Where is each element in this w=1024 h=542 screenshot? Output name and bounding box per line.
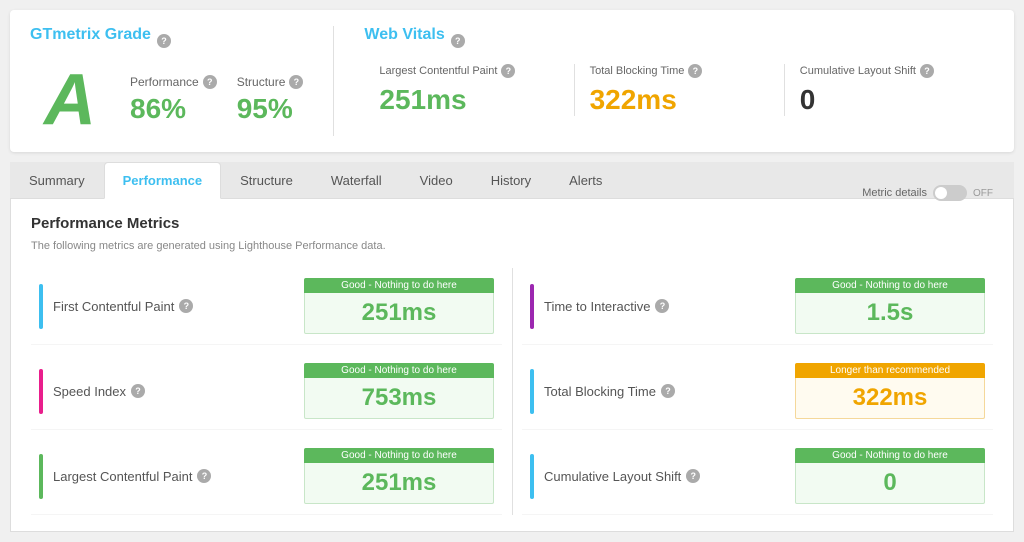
tti-info-icon[interactable]: ? [655, 299, 669, 313]
structure-label: Structure ? [237, 75, 304, 89]
gtmetrix-title: GTmetrix Grade [30, 26, 151, 44]
web-vitals-info-icon[interactable]: ? [451, 34, 465, 48]
tab-structure[interactable]: Structure [221, 162, 312, 199]
lcp-bar [39, 454, 43, 499]
tbt-row-info-icon[interactable]: ? [661, 384, 675, 398]
cls-badge: Good - Nothing to do here [795, 448, 985, 463]
performance-subtitle: The following metrics are generated usin… [31, 240, 993, 252]
toggle-knob [935, 187, 947, 199]
lcp-row-name: Largest Contentful Paint ? [53, 469, 304, 484]
structure-info-icon[interactable]: ? [289, 75, 303, 89]
cls-row-info-icon[interactable]: ? [686, 469, 700, 483]
top-metrics-section: GTmetrix Grade ? A Performance ? 86% [10, 10, 1014, 152]
tbt-row-name: Total Blocking Time ? [544, 384, 795, 399]
si-row: Speed Index ? Good - Nothing to do here … [31, 353, 502, 430]
lcp-row-info-icon[interactable]: ? [197, 469, 211, 483]
tbt-bar [530, 369, 534, 414]
performance-value: 86% [130, 93, 186, 125]
web-vitals-section: Web Vitals ? Largest Contentful Paint ? … [334, 26, 994, 136]
fcp-bar [39, 284, 43, 329]
cls-bar [530, 454, 534, 499]
toggle-switch[interactable] [933, 185, 967, 201]
performance-info-icon[interactable]: ? [203, 75, 217, 89]
tti-bar [530, 284, 534, 329]
tbt-value: 322ms [590, 84, 769, 116]
tti-value-box: Good - Nothing to do here 1.5s [795, 278, 985, 334]
fcp-result: 251ms [304, 293, 494, 334]
cls-label: Cumulative Layout Shift ? [800, 64, 979, 78]
structure-metric: Structure ? 95% [237, 75, 304, 125]
grade-value: A [30, 64, 110, 136]
tab-summary[interactable]: Summary [10, 162, 104, 199]
lcp-info-icon[interactable]: ? [501, 64, 515, 78]
tbt-result: 322ms [795, 378, 985, 419]
tbt-value-box: Longer than recommended 322ms [795, 363, 985, 419]
toggle-label: OFF [973, 188, 993, 199]
fcp-info-icon[interactable]: ? [179, 299, 193, 313]
performance-label: Performance ? [130, 75, 217, 89]
tab-waterfall[interactable]: Waterfall [312, 162, 401, 199]
cls-value: 0 [800, 84, 979, 116]
metric-details-toggle[interactable]: Metric details OFF [862, 185, 993, 201]
tti-badge: Good - Nothing to do here [795, 278, 985, 293]
fcp-row: First Contentful Paint ? Good - Nothing … [31, 268, 502, 345]
lcp-value-box: Good - Nothing to do here 251ms [304, 448, 494, 504]
si-result: 753ms [304, 378, 494, 419]
performance-metric: Performance ? 86% [130, 75, 217, 125]
lcp-badge: Good - Nothing to do here [304, 448, 494, 463]
tab-video[interactable]: Video [401, 162, 472, 199]
lcp-label: Largest Contentful Paint ? [379, 64, 558, 78]
tbt-badge: Longer than recommended [795, 363, 985, 378]
lcp-row: Largest Contentful Paint ? Good - Nothin… [31, 438, 502, 515]
fcp-badge: Good - Nothing to do here [304, 278, 494, 293]
lcp-vital: Largest Contentful Paint ? 251ms [364, 64, 574, 116]
tab-history[interactable]: History [472, 162, 550, 199]
si-info-icon[interactable]: ? [131, 384, 145, 398]
web-vitals-title: Web Vitals [364, 26, 444, 44]
cls-info-icon[interactable]: ? [920, 64, 934, 78]
fcp-name: First Contentful Paint ? [53, 299, 304, 314]
lcp-result: 251ms [304, 463, 494, 504]
si-badge: Good - Nothing to do here [304, 363, 494, 378]
tti-row: Time to Interactive ? Good - Nothing to … [522, 268, 993, 345]
tbt-row: Total Blocking Time ? Longer than recomm… [522, 353, 993, 430]
cls-result: 0 [795, 463, 985, 504]
main-content: Performance Metrics Metric details OFF T… [10, 199, 1014, 532]
metrics-grid: First Contentful Paint ? Good - Nothing … [31, 268, 993, 515]
tbt-info-icon[interactable]: ? [688, 64, 702, 78]
tbt-vital: Total Blocking Time ? 322ms [575, 64, 785, 116]
tti-name: Time to Interactive ? [544, 299, 795, 314]
lcp-value: 251ms [379, 84, 558, 116]
left-metrics-col: First Contentful Paint ? Good - Nothing … [31, 268, 502, 515]
grade-metrics: Performance ? 86% Structure ? 95% [130, 75, 303, 125]
tti-result: 1.5s [795, 293, 985, 334]
cls-row: Cumulative Layout Shift ? Good - Nothing… [522, 438, 993, 515]
cls-value-box: Good - Nothing to do here 0 [795, 448, 985, 504]
right-metrics-col: Time to Interactive ? Good - Nothing to … [522, 268, 993, 515]
tab-alerts[interactable]: Alerts [550, 162, 621, 199]
fcp-value-box: Good - Nothing to do here 251ms [304, 278, 494, 334]
structure-value: 95% [237, 93, 293, 125]
si-value-box: Good - Nothing to do here 753ms [304, 363, 494, 419]
performance-metrics-title: Performance Metrics [31, 215, 179, 232]
cls-row-name: Cumulative Layout Shift ? [544, 469, 795, 484]
si-bar [39, 369, 43, 414]
tab-performance[interactable]: Performance [104, 162, 221, 199]
gtmetrix-grade-section: GTmetrix Grade ? A Performance ? 86% [30, 26, 334, 136]
tbt-label: Total Blocking Time ? [590, 64, 769, 78]
cls-vital: Cumulative Layout Shift ? 0 [785, 64, 994, 116]
si-name: Speed Index ? [53, 384, 304, 399]
col-divider [512, 268, 513, 515]
gtmetrix-info-icon[interactable]: ? [157, 34, 171, 48]
metric-details-label: Metric details [862, 187, 927, 199]
